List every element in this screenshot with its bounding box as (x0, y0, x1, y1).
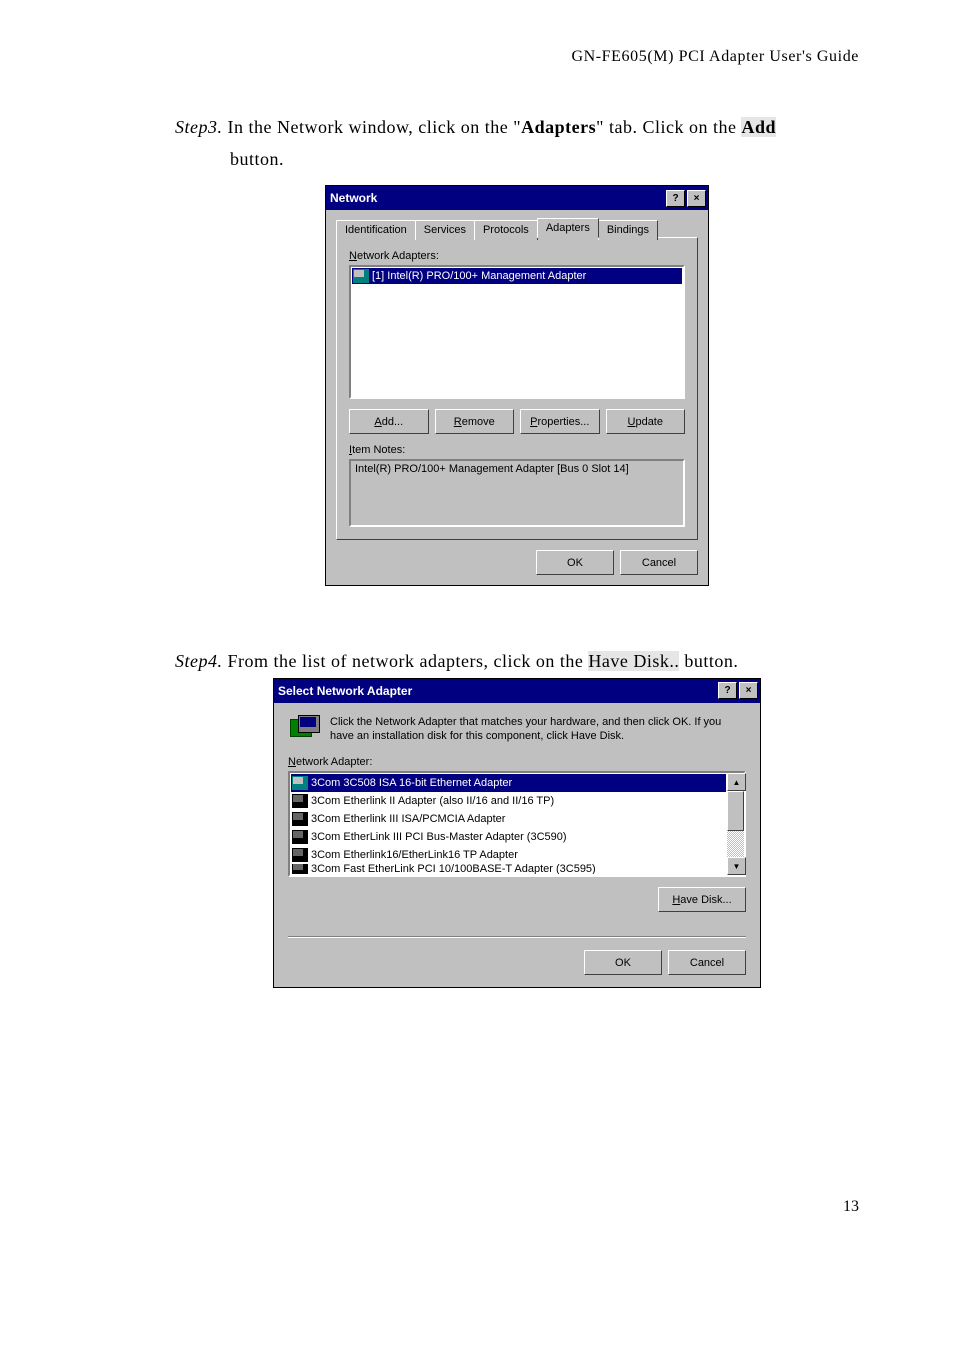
network-titlebar[interactable]: Network ? × (326, 186, 708, 210)
list-item[interactable]: 3Com 3C508 ISA 16-bit Ethernet Adapter (291, 774, 726, 792)
adapters-panel: Network Adapters: [1] Intel(R) PRO/100+ … (336, 237, 698, 540)
network-card-icon (292, 794, 308, 808)
adapter-item-label: [1] Intel(R) PRO/100+ Management Adapter (372, 270, 586, 282)
adapters-word: Adapters (521, 117, 596, 137)
network-adapter-label: Network Adapter: (288, 756, 746, 768)
properties-button[interactable]: Properties... (520, 409, 600, 434)
page-header: GN-FE605(M) PCI Adapter User's Guide (175, 48, 859, 66)
scroll-track[interactable] (727, 791, 744, 857)
network-dialog: Network ? × Identification Services Prot… (325, 185, 709, 586)
add-button[interactable]: Add... (349, 409, 429, 434)
step4-label: Step4. (175, 651, 223, 671)
network-title: Network (330, 191, 664, 205)
network-adapters-list[interactable]: [1] Intel(R) PRO/100+ Management Adapter (349, 265, 685, 399)
cancel-button[interactable]: Cancel (668, 950, 746, 975)
network-card-icon (292, 776, 308, 790)
tab-identification[interactable]: Identification (336, 220, 416, 240)
step3-seg2: " tab. Click on the (596, 117, 741, 137)
tab-protocols[interactable]: Protocols (474, 220, 538, 240)
step4-paragraph: Step4. From the list of network adapters… (175, 646, 859, 678)
network-card-icon (292, 864, 308, 874)
remove-button[interactable]: Remove (435, 409, 515, 434)
have-disk-button[interactable]: Have Disk... (658, 887, 746, 912)
step3-seg3: button. (230, 149, 284, 169)
help-button[interactable]: ? (666, 190, 685, 207)
list-item[interactable]: 3Com Fast EtherLink PCI 10/100BASE-T Ada… (291, 864, 726, 874)
cancel-button[interactable]: Cancel (620, 550, 698, 575)
list-item[interactable]: [1] Intel(R) PRO/100+ Management Adapter (352, 268, 682, 284)
step3-label: Step3. (175, 117, 223, 137)
tab-bindings[interactable]: Bindings (598, 220, 658, 240)
step3-seg1: In the Network window, click on the " (223, 117, 522, 137)
tab-services[interactable]: Services (415, 220, 475, 240)
ok-button[interactable]: OK (536, 550, 614, 575)
add-word-boxed: Add (741, 117, 776, 137)
network-card-icon (292, 830, 308, 844)
close-button[interactable]: × (739, 682, 758, 699)
help-button[interactable]: ? (718, 682, 737, 699)
select-adapter-titlebar[interactable]: Select Network Adapter ? × (274, 679, 760, 703)
step4-seg1: From the list of network adapters, click… (223, 651, 589, 671)
network-card-icon (292, 812, 308, 826)
step3-paragraph: Step3. In the Network window, click on t… (175, 112, 859, 175)
select-adapter-dialog: Select Network Adapter ? × Click the Net… (273, 678, 761, 989)
tab-adapters[interactable]: Adapters (537, 218, 599, 238)
adapter-wizard-icon (288, 715, 318, 743)
update-button[interactable]: Update (606, 409, 686, 434)
item-notes-box: Intel(R) PRO/100+ Management Adapter [Bu… (349, 459, 685, 527)
item-notes-text: Intel(R) PRO/100+ Management Adapter [Bu… (355, 463, 629, 475)
adapter-list[interactable]: 3Com 3C508 ISA 16-bit Ethernet Adapter 3… (288, 771, 746, 877)
divider (288, 936, 746, 938)
item-notes-label: Item Notes: (349, 444, 685, 456)
network-card-icon (292, 848, 308, 862)
have-disk-word-boxed: Have Disk.. (588, 651, 679, 671)
scrollbar[interactable]: ▲ ▼ (727, 773, 744, 875)
scroll-up-button[interactable]: ▲ (727, 773, 746, 791)
scroll-thumb[interactable] (727, 791, 744, 831)
scroll-down-button[interactable]: ▼ (727, 857, 746, 875)
list-item[interactable]: 3Com Etherlink16/EtherLink16 TP Adapter (291, 846, 726, 864)
select-adapter-title: Select Network Adapter (278, 684, 716, 698)
info-text: Click the Network Adapter that matches y… (330, 715, 746, 745)
close-button[interactable]: × (687, 190, 706, 207)
tab-strip: Identification Services Protocols Adapte… (336, 218, 698, 238)
network-adapters-label: Network Adapters: (349, 250, 685, 262)
page-number: 13 (175, 1198, 859, 1216)
ok-button[interactable]: OK (584, 950, 662, 975)
list-item[interactable]: 3Com EtherLink III PCI Bus-Master Adapte… (291, 828, 726, 846)
step4-seg2: button. (679, 651, 738, 671)
network-card-icon (353, 269, 369, 283)
list-item[interactable]: 3Com Etherlink III ISA/PCMCIA Adapter (291, 810, 726, 828)
list-item[interactable]: 3Com Etherlink II Adapter (also II/16 an… (291, 792, 726, 810)
